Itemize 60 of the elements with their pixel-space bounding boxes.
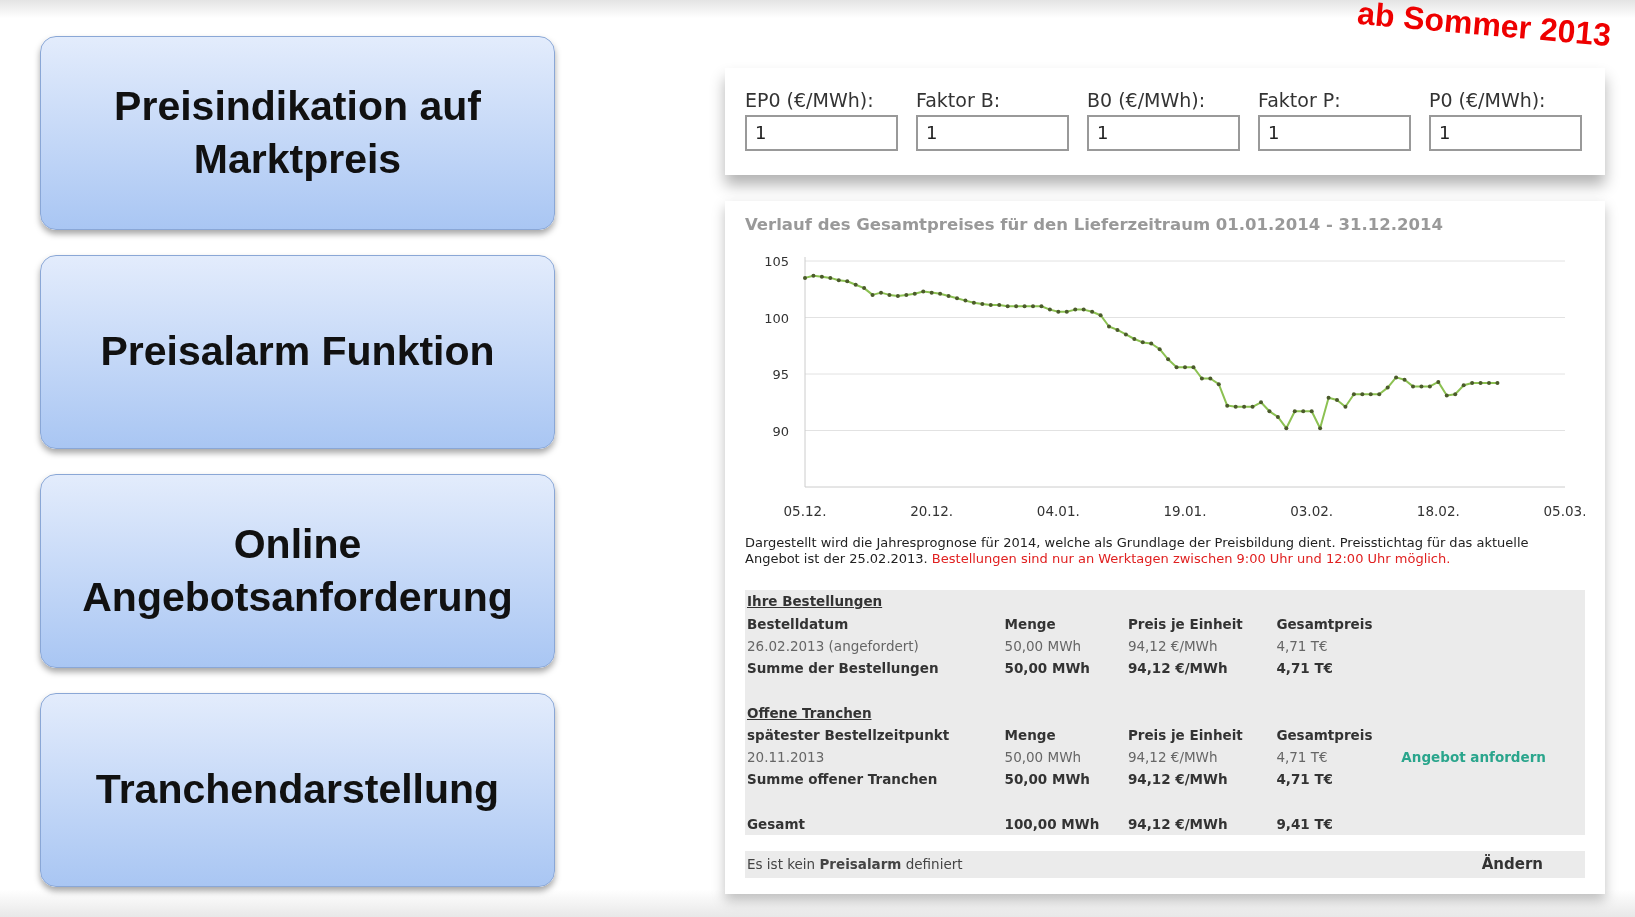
table-cell: Gesamt (747, 815, 805, 832)
table-cell: 94,12 €/MWh (1127, 660, 1228, 677)
table-cell: spätester Bestellzeitpunkt (747, 726, 950, 743)
input-field[interactable]: 1 (1258, 114, 1411, 151)
info-text: Dargestellt wird die Jahresprognose für 2014, welche als Grundlage der Preisbildung dient. Preisstichtag für das aktuelle Angebot ist der 25.02.2013. Bestellungen sind nur an Werktagen zwischen 9:00 Uhr und 12:00 Uhr möglich. (745, 535, 1530, 567)
chart-title: Verlauf des Gesamtpreises für den Lieferzeitraum 01.01.2014 - 31.12.2014 (745, 213, 1444, 236)
table-cell: 94,12 €/MWh (1127, 815, 1228, 832)
field-label: Faktor B: (916, 88, 1002, 113)
table-cell: Bestelldatum (747, 615, 849, 632)
table-cell: Menge (1004, 615, 1056, 632)
input-field[interactable]: 1 (745, 114, 898, 151)
y-tick-label: 105 (764, 254, 789, 270)
table-cell: 50,00 MWh (1004, 771, 1090, 788)
alarm-text: Es ist kein Preisalarm definiert (747, 855, 963, 875)
field-label: EP0 (€/MWh): (745, 88, 875, 113)
x-tick-label: 05.12. (783, 503, 827, 520)
table-cell: 100,00 MWh (1004, 815, 1100, 832)
y-tick-label: 90 (772, 423, 789, 439)
field-label: Faktor P: (1258, 88, 1342, 113)
x-tick-label: 04.01. (1036, 503, 1080, 520)
table-cell: 94,12 €/MWh (1127, 771, 1228, 788)
x-tick-label: 19.01. (1163, 503, 1207, 520)
x-tick-label: 20.12. (910, 503, 954, 520)
input-field[interactable]: 1 (1429, 114, 1582, 151)
table-cell: 4,71 T€ (1276, 637, 1328, 654)
table-cell: 50,00 MWh (1004, 660, 1090, 677)
menu-button[interactable]: Tranchendarstellung (40, 693, 555, 887)
table-cell: Summe offener Tranchen (747, 771, 938, 788)
x-tick-label: 05.03. (1543, 503, 1585, 520)
table-cell: Menge (1004, 726, 1056, 743)
table-cell: 4,71 T€ (1276, 660, 1333, 677)
input-field[interactable]: 1 (1087, 114, 1240, 151)
x-tick-label: 03.02. (1290, 503, 1334, 520)
input-field[interactable]: 1 (916, 114, 1069, 151)
menu-button[interactable]: Preisalarm Funktion (40, 255, 555, 449)
table-cell: 4,71 T€ (1276, 771, 1333, 788)
table-cell: 20.11.2013 (747, 749, 825, 766)
stamp-text: ab Sommer 2013 (1355, 0, 1612, 51)
change-button[interactable]: Ändern (1481, 853, 1583, 876)
table-cell: 50,00 MWh (1004, 749, 1082, 766)
x-tick-label: 18.02. (1416, 503, 1460, 520)
table-cell: 26.02.2013 (angefordert) (747, 637, 919, 654)
table-cell: 9,41 T€ (1276, 815, 1333, 832)
table-cell: 94,12 €/MWh (1127, 637, 1218, 654)
table-cell: Preis je Einheit (1127, 726, 1243, 743)
field-label: P0 (€/MWh): (1429, 88, 1547, 113)
field-label: B0 (€/MWh): (1087, 88, 1207, 113)
table-cell: 50,00 MWh (1004, 637, 1082, 654)
menu-button[interactable]: Online Angebotsanforderung (40, 474, 555, 668)
y-tick-label: 95 (772, 367, 789, 383)
table-cell: Gesamtpreis (1276, 726, 1373, 743)
table-cell: 4,71 T€ (1276, 749, 1328, 766)
table-cell: Preis je Einheit (1127, 615, 1243, 632)
table-cell: 94,12 €/MWh (1127, 749, 1218, 766)
menu-button[interactable]: Preisindikation auf Marktpreis (40, 36, 555, 230)
section-title: Ihre Bestellungen (747, 593, 883, 610)
table-cell: Gesamtpreis (1276, 615, 1373, 632)
table-cell: Summe der Bestellungen (747, 660, 939, 677)
y-tick-label: 100 (764, 310, 789, 326)
section-title: Offene Tranchen (747, 704, 872, 721)
